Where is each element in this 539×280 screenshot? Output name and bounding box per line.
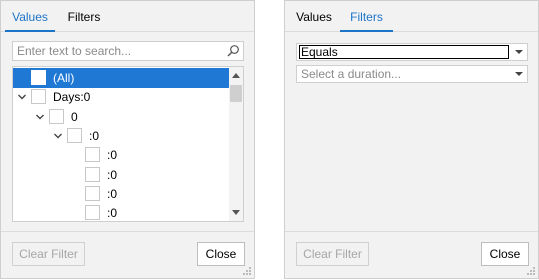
tab-strip: Values Filters: [285, 1, 538, 32]
node-label: :0: [107, 186, 118, 201]
search-icon[interactable]: [226, 44, 240, 58]
node-label: :0: [89, 128, 100, 143]
tree-node[interactable]: :0: [13, 184, 229, 204]
tab-strip: Values Filters: [1, 1, 254, 32]
clear-filter-button[interactable]: Clear Filter: [12, 242, 85, 266]
chevron-down-icon[interactable]: [53, 131, 63, 141]
scroll-down-icon[interactable]: [229, 205, 243, 219]
tree-node[interactable]: :0: [13, 145, 229, 165]
tree-node[interactable]: :0: [13, 165, 229, 185]
search-box[interactable]: [12, 41, 244, 61]
node-label: (All): [53, 71, 75, 85]
size-grip-icon[interactable]: [526, 266, 536, 276]
scroll-thumb[interactable]: [230, 85, 242, 102]
tree-node[interactable]: (All): [13, 68, 229, 88]
node-checkbox[interactable]: [85, 166, 100, 182]
node-checkbox[interactable]: [31, 70, 46, 85]
operator-value: Equals: [301, 45, 338, 59]
node-checkbox[interactable]: [49, 108, 64, 124]
node-label: 0: [71, 109, 78, 124]
filters-popup: Values Filters Equals Select a duration.…: [284, 0, 539, 279]
clear-filter-button[interactable]: Clear Filter: [296, 242, 369, 266]
values-tree[interactable]: (All) Days:0 0 :0 :0 :0 :0 :0: [12, 66, 244, 222]
caret-down-icon[interactable]: [515, 49, 523, 55]
node-label: :0: [107, 148, 118, 163]
node-label: :0: [107, 206, 118, 221]
duration-placeholder: Select a duration...: [301, 67, 402, 81]
node-checkbox[interactable]: [67, 127, 82, 143]
caret-down-icon[interactable]: [515, 71, 523, 77]
size-grip-icon[interactable]: [242, 266, 252, 276]
scroll-up-icon[interactable]: [229, 69, 243, 83]
tree-node[interactable]: Days:0: [13, 87, 229, 107]
tab-values[interactable]: Values: [289, 1, 339, 31]
chevron-down-icon[interactable]: [17, 92, 27, 102]
node-checkbox[interactable]: [31, 89, 46, 105]
tree-node[interactable]: :0: [13, 203, 229, 221]
tab-filters[interactable]: Filters: [340, 1, 393, 32]
close-button[interactable]: Close: [197, 242, 245, 266]
tree-node[interactable]: :0: [13, 126, 229, 146]
node-label: :0: [107, 167, 118, 182]
node-checkbox[interactable]: [85, 185, 100, 201]
popup-footer: Clear Filter Close: [285, 231, 538, 278]
operator-select[interactable]: Equals: [296, 43, 528, 61]
search-input[interactable]: [17, 43, 222, 59]
vertical-scrollbar[interactable]: [229, 67, 243, 221]
close-button[interactable]: Close: [481, 242, 529, 266]
popup-footer: Clear Filter Close: [1, 231, 254, 278]
node-checkbox[interactable]: [85, 205, 100, 221]
tab-filters[interactable]: Filters: [61, 1, 107, 31]
duration-select[interactable]: Select a duration...: [296, 65, 528, 83]
chevron-down-icon[interactable]: [35, 112, 45, 122]
tree-node[interactable]: 0: [13, 107, 229, 127]
node-label: Days:0: [53, 90, 91, 105]
values-filter-popup: Values Filters (All) Days:0 0 :0 :0 :0 :0 :0 Cl…: [0, 0, 255, 279]
node-checkbox[interactable]: [85, 147, 100, 163]
tab-values[interactable]: Values: [5, 1, 55, 32]
